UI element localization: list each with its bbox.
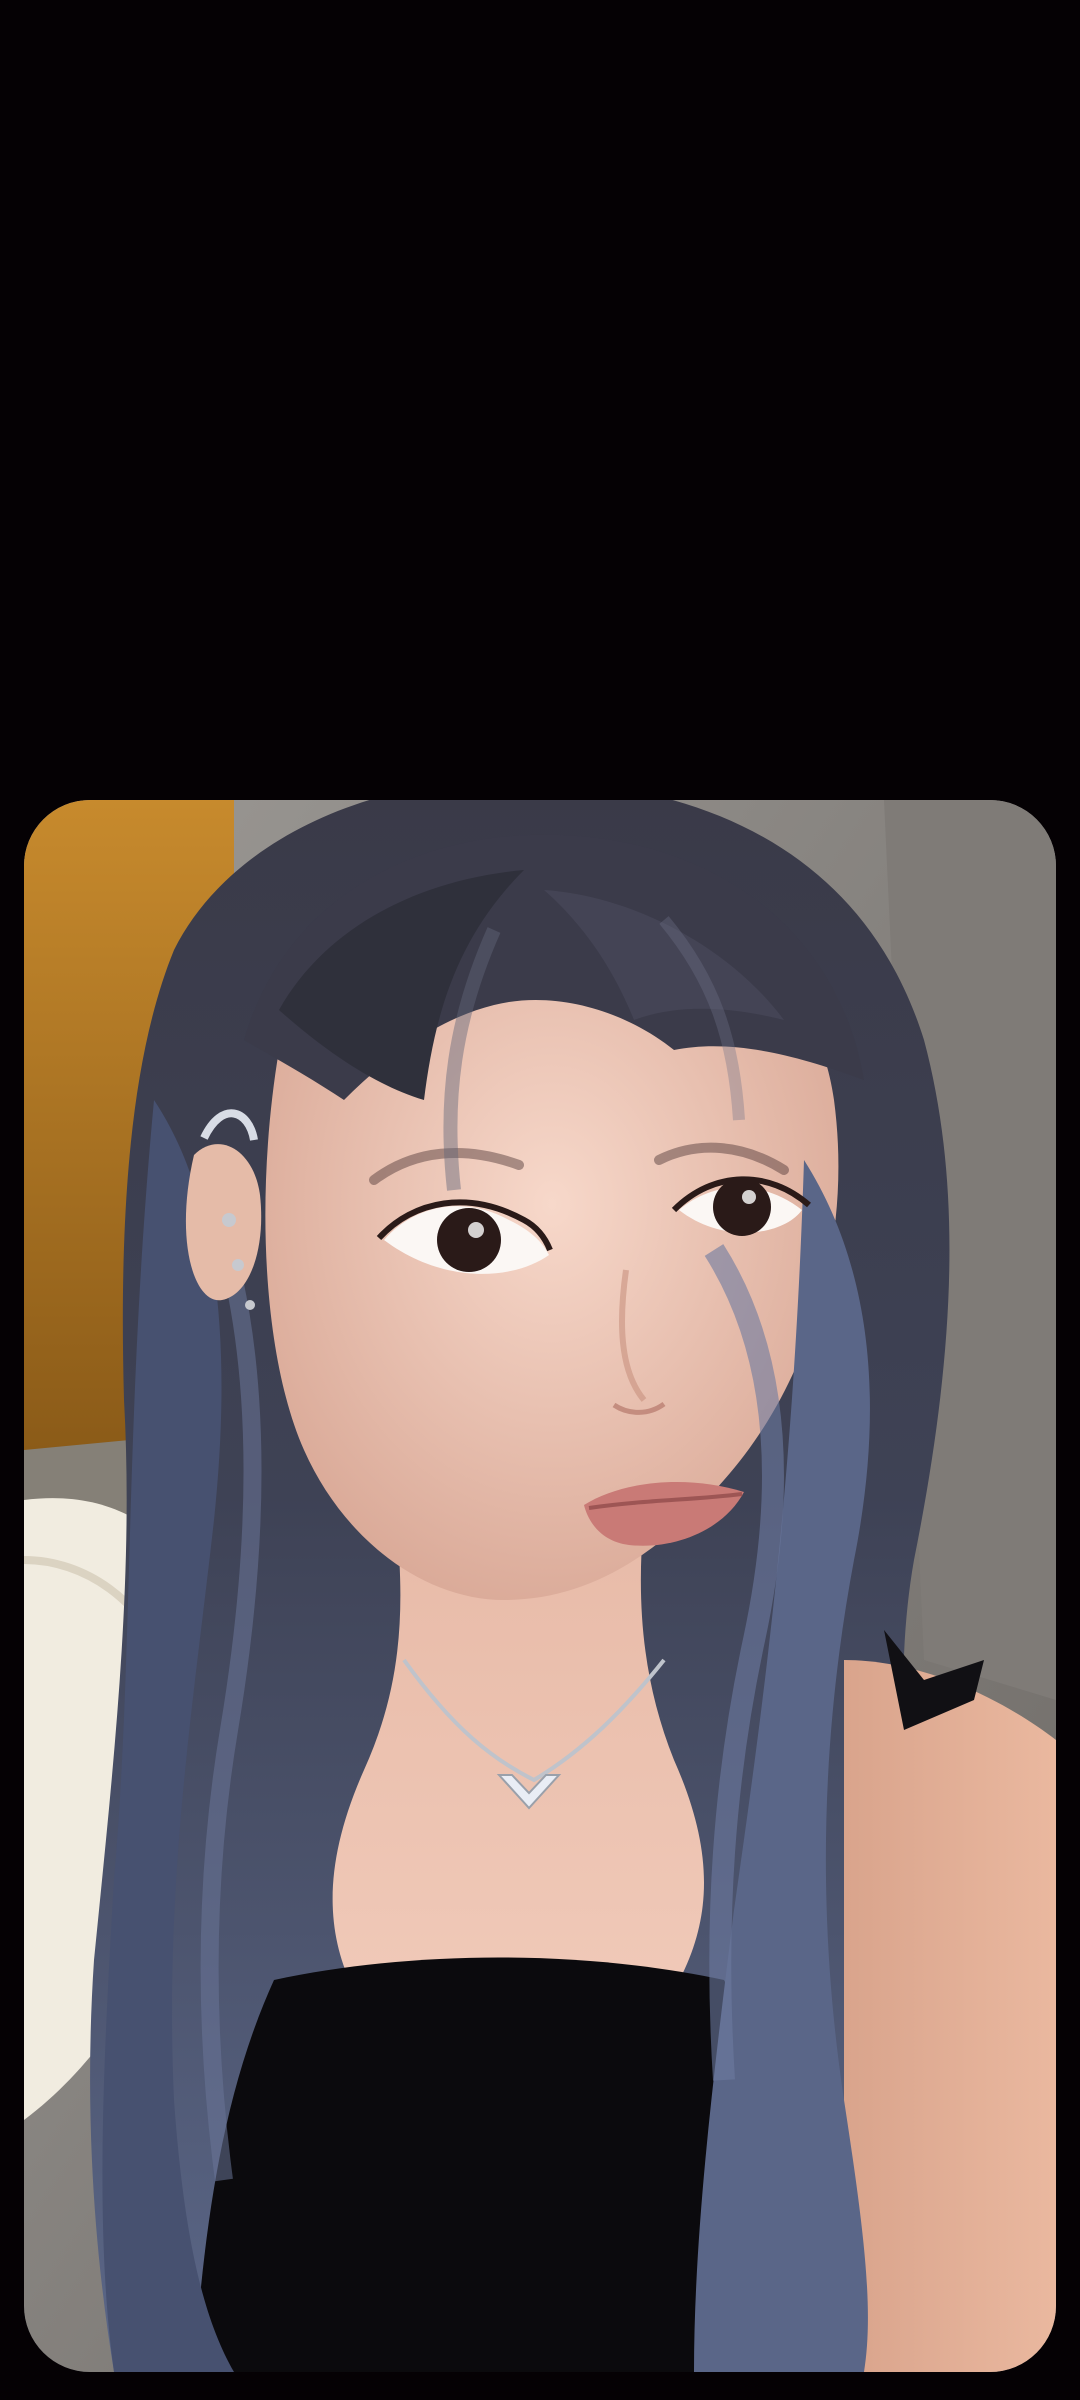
photo-viewer-screen — [0, 0, 1080, 2400]
photo-frame[interactable] — [24, 800, 1056, 2372]
selfie-photo — [24, 800, 1056, 2372]
top-empty-area — [0, 0, 1080, 800]
